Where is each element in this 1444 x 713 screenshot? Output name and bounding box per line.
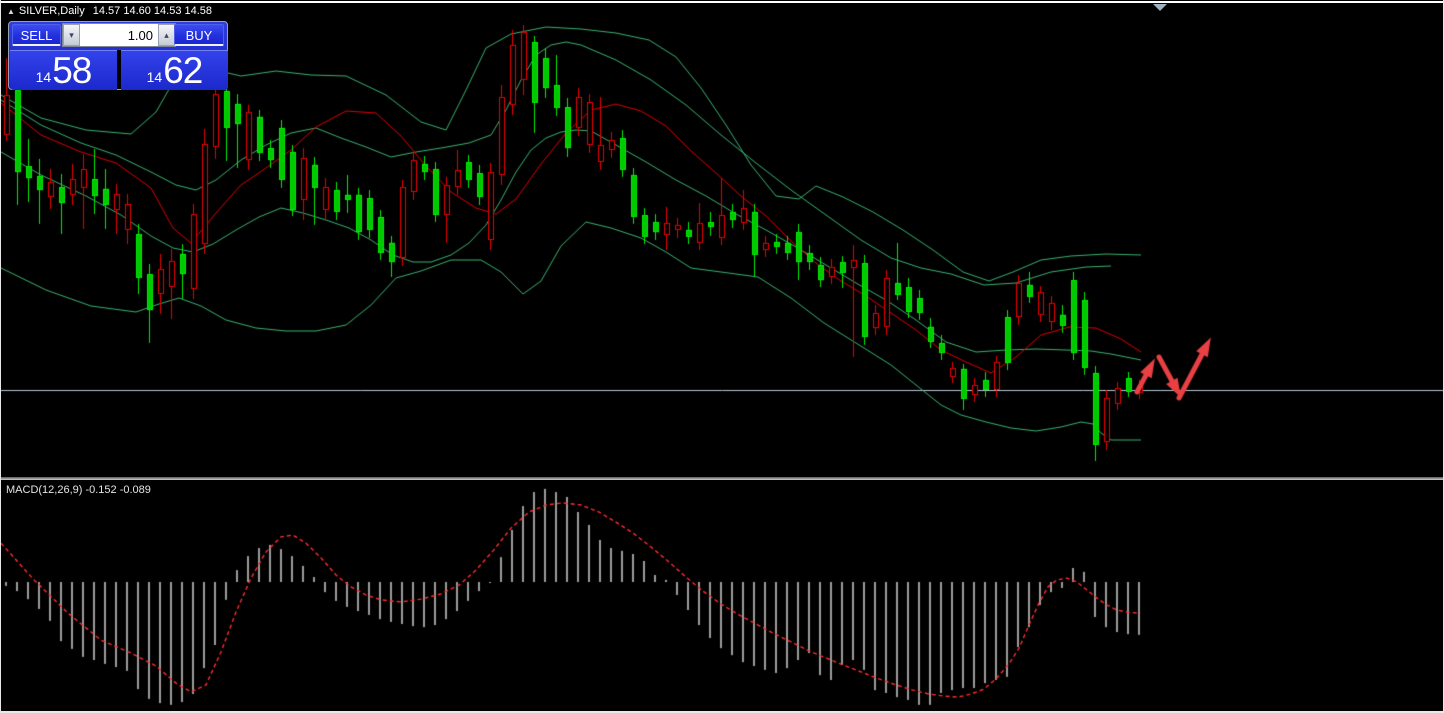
sell-price-big-digits: 58 xyxy=(52,52,91,89)
trade-panel-top-row: SELL ▾ ▴ BUY xyxy=(9,22,227,49)
buy-button[interactable]: BUY xyxy=(174,24,224,46)
volume-decrease-button[interactable]: ▾ xyxy=(63,24,80,46)
chevron-down-icon: ▾ xyxy=(69,30,74,40)
macd-indicator-panel[interactable]: MACD(12,26,9) -0.152 -0.089 xyxy=(1,480,1444,711)
one-click-trading-panel: SELL ▾ ▴ BUY 14 58 14 62 xyxy=(8,21,228,90)
sell-price-display[interactable]: 14 58 xyxy=(10,50,117,90)
macd-canvas[interactable] xyxy=(1,480,1444,711)
macd-label: MACD(12,26,9) -0.152 -0.089 xyxy=(6,484,151,496)
buy-price-small-digits: 14 xyxy=(147,70,163,84)
volume-increase-button[interactable]: ▴ xyxy=(158,24,175,46)
buy-price-display[interactable]: 14 62 xyxy=(121,50,228,90)
chart-window: ▲ SILVER,Daily 14.57 14.60 14.53 14.58 SEL… xyxy=(0,0,1444,713)
trade-panel-prices: 14 58 14 62 xyxy=(10,50,228,89)
chevron-up-icon: ▴ xyxy=(164,30,169,40)
sell-button[interactable]: SELL xyxy=(12,24,61,46)
chart-ohlc-values: 14.57 14.60 14.53 14.58 xyxy=(93,5,212,17)
buy-price-big-digits: 62 xyxy=(163,52,202,89)
price-chart-area[interactable]: ▲ SILVER,Daily 14.57 14.60 14.53 14.58 SEL… xyxy=(1,3,1444,477)
chart-symbol-period: SILVER,Daily xyxy=(19,5,85,17)
sell-price-small-digits: 14 xyxy=(36,70,52,84)
chart-title: ▲ SILVER,Daily 14.57 14.60 14.53 14.58 xyxy=(7,5,212,17)
volume-stepper: ▾ ▴ xyxy=(62,23,176,47)
chart-shift-icon[interactable] xyxy=(1153,4,1167,11)
panel-collapse-icon[interactable]: ▲ xyxy=(7,7,15,16)
volume-input[interactable] xyxy=(80,24,158,46)
